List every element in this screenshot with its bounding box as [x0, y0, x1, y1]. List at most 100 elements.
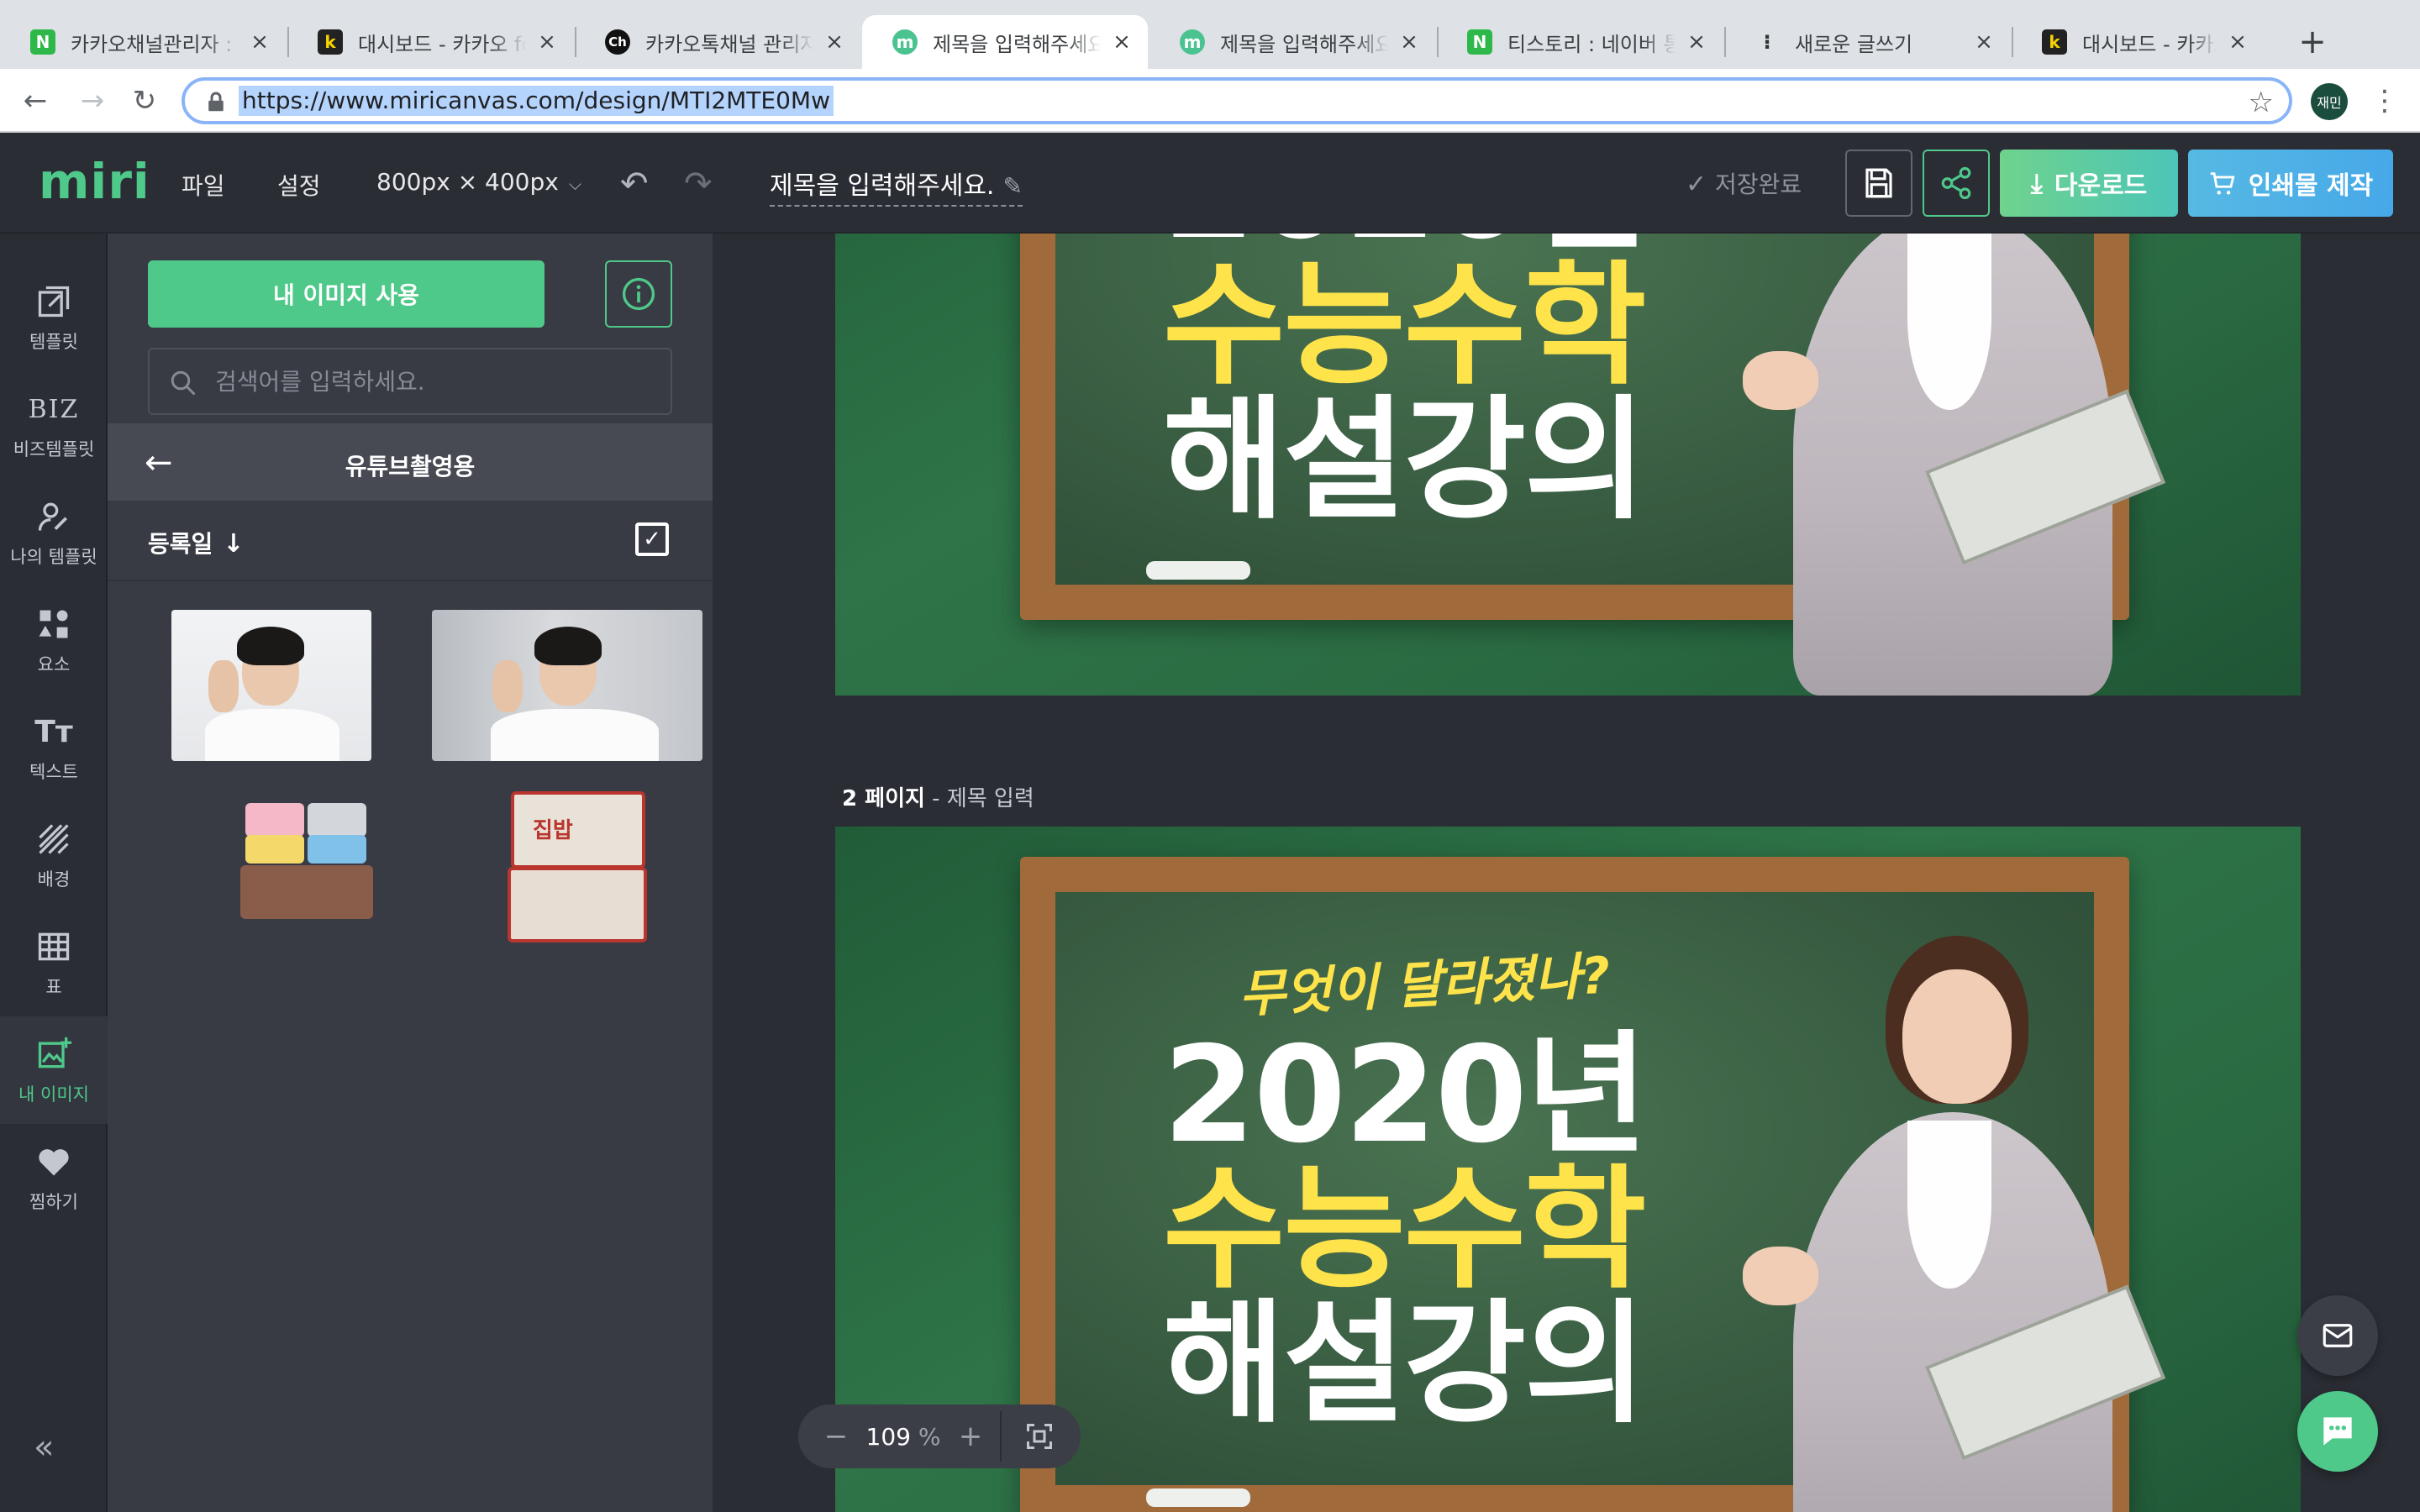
product-box-shape: [511, 791, 645, 869]
canvas-size-dropdown[interactable]: 800px × 400px ⌵: [376, 168, 581, 196]
folder-title: 유튜브촬영용: [345, 453, 476, 480]
download-label: 다운로드: [2054, 171, 2148, 201]
use-my-image-button[interactable]: 내 이미지 사용: [148, 260, 544, 328]
bookmark-star-icon[interactable]: ☆: [2249, 86, 2274, 119]
my-image-panel: 내 이미지 사용 ← 유튜브촬영용 등록일 ↓ ✓ 집밥: [108, 234, 713, 1512]
rail-item-text[interactable]: Tт 텍스트: [0, 694, 108, 801]
sort-bar: 등록일 ↓ ✓: [108, 501, 713, 581]
back-arrow-icon[interactable]: ←: [17, 82, 54, 119]
rail-item-elements[interactable]: 요소: [0, 586, 108, 694]
page-title-placeholder: - 제목 입력: [924, 786, 1034, 811]
rail-item-my-image[interactable]: 내 이미지: [0, 1016, 108, 1124]
info-button[interactable]: [605, 260, 672, 328]
rail-item-favorites[interactable]: 찜하기: [0, 1124, 108, 1231]
address-bar[interactable]: https://www.miricanvas.com/design/MTI2MT…: [182, 77, 2292, 124]
tab-title: 제목을 입력해주세요.: [1220, 32, 1388, 56]
headline-subject[interactable]: 수능수학: [1163, 259, 1646, 393]
fit-to-screen-button[interactable]: [1010, 1421, 1069, 1452]
file-menu[interactable]: 파일: [182, 168, 225, 202]
browser-tab-strip: N 카카오채널관리자 : 네 × k 대시보드 - 카카오 for × Ch 카…: [0, 0, 2420, 69]
miri-logo[interactable]: miri: [39, 153, 150, 210]
rail-item-template[interactable]: 템플릿: [0, 264, 108, 371]
close-tab-icon[interactable]: ×: [1397, 29, 1422, 55]
url-text[interactable]: https://www.miricanvas.com/design/MTI2MT…: [239, 86, 834, 116]
close-tab-icon[interactable]: ×: [2225, 29, 2250, 55]
rail-label: 나의 템플릿: [10, 547, 97, 567]
template-icon: [34, 281, 74, 322]
document-title[interactable]: 제목을 입력해주세요. ✎: [770, 165, 1023, 207]
tab-title: 대시보드 - 카카오 for: [358, 32, 526, 56]
chat-support-button[interactable]: [2297, 1391, 2378, 1472]
image-search-box: [148, 348, 672, 415]
save-button[interactable]: [1845, 150, 1912, 217]
headline-course[interactable]: 해설강의: [1163, 393, 1646, 528]
rail-item-background[interactable]: 배경: [0, 801, 108, 909]
design-page-1[interactable]: 2020년 수능수학 해설강의: [835, 234, 2301, 696]
presenter-photo[interactable]: [1743, 234, 2213, 696]
download-button[interactable]: ⤓ 다운로드: [2000, 150, 2178, 217]
miri-favicon-icon: m: [1180, 29, 1205, 55]
redo-icon[interactable]: ↷: [684, 165, 713, 203]
presenter-photo[interactable]: [1743, 827, 2213, 1512]
close-tab-icon[interactable]: ×: [1684, 29, 1709, 55]
close-tab-icon[interactable]: ×: [1971, 29, 1996, 55]
lock-icon: [208, 92, 224, 112]
settings-menu[interactable]: 설정: [277, 168, 321, 202]
rail-item-biz[interactable]: BIZ 비즈템플릿: [0, 371, 108, 479]
zoom-level[interactable]: 109 %: [857, 1423, 950, 1451]
browser-tab[interactable]: k 대시보드 - 카카오 for ×: [2012, 15, 2264, 69]
collapse-panel-icon[interactable]: «: [34, 1428, 54, 1467]
naver-favicon-icon: N: [30, 29, 55, 55]
hair-shape: [534, 627, 602, 665]
sort-by-date-button[interactable]: 등록일 ↓: [148, 526, 244, 559]
design-canvas: 2020년 수능수학 해설강의 2 페이지 - 제목 입력 무엇이 달라졌나? …: [713, 234, 2420, 1512]
new-tab-button[interactable]: +: [2294, 18, 2331, 66]
browser-tab-active[interactable]: m 제목을 입력해주세요. ×: [862, 15, 1148, 69]
profile-avatar[interactable]: 재민: [2311, 83, 2348, 120]
page-2-label[interactable]: 2 페이지 - 제목 입력: [842, 781, 1034, 812]
save-status-text: 저장완료: [1715, 171, 1802, 198]
undo-icon[interactable]: ↶: [620, 165, 649, 203]
my-template-icon: [34, 496, 74, 537]
cart-icon: [2210, 172, 2235, 195]
zoom-in-button[interactable]: +: [950, 1420, 992, 1453]
image-thumbnail[interactable]: [432, 610, 702, 761]
headline-year[interactable]: 2020년: [1163, 1028, 1648, 1163]
rail-label: 요소: [37, 654, 71, 675]
headline-subject[interactable]: 수능수학: [1163, 1163, 1646, 1297]
headline-course[interactable]: 해설강의: [1163, 1297, 1646, 1431]
table-icon: [34, 927, 74, 967]
browser-tab[interactable]: ⁝ 새로운 글쓰기 ×: [1724, 15, 2010, 69]
browser-tab[interactable]: m 제목을 입력해주세요. ×: [1150, 15, 1435, 69]
browser-tab[interactable]: k 대시보드 - 카카오 for ×: [287, 15, 573, 69]
select-all-checkbox[interactable]: ✓: [635, 522, 669, 556]
close-tab-icon[interactable]: ×: [1109, 29, 1134, 55]
container-lid-shape: [308, 803, 366, 837]
rail-item-table[interactable]: 표: [0, 909, 108, 1016]
print-order-button[interactable]: 인쇄물 제작: [2188, 150, 2393, 217]
chat-bubble-icon: [2323, 1417, 2352, 1446]
browser-tab[interactable]: Ch 카카오톡채널 관리자센 ×: [575, 15, 860, 69]
share-button[interactable]: [1923, 150, 1990, 217]
image-thumbnail[interactable]: [239, 798, 375, 924]
chalk-shape: [1146, 1488, 1250, 1507]
zoom-out-button[interactable]: −: [815, 1420, 857, 1453]
browser-tab[interactable]: N 티스토리 : 네이버 통합 ×: [1437, 15, 1723, 69]
close-tab-icon[interactable]: ×: [247, 29, 272, 55]
image-thumbnail[interactable]: [171, 610, 371, 761]
close-tab-icon[interactable]: ×: [534, 29, 560, 55]
reload-icon[interactable]: ↻: [126, 82, 163, 119]
search-input[interactable]: [215, 365, 652, 398]
mail-icon: [2323, 1324, 2353, 1347]
rail-item-my-template[interactable]: 나의 템플릿: [0, 479, 108, 586]
browser-tab[interactable]: N 카카오채널관리자 : 네 ×: [0, 15, 286, 69]
forward-arrow-icon[interactable]: →: [74, 82, 111, 119]
mail-button[interactable]: [2297, 1295, 2378, 1376]
image-thumbnail[interactable]: 집밥: [502, 788, 654, 948]
close-tab-icon[interactable]: ×: [822, 29, 847, 55]
palm-shape: [1743, 1247, 1818, 1305]
browser-menu-icon[interactable]: ⋮: [2370, 82, 2400, 119]
page-number: 2 페이지: [842, 786, 925, 811]
search-icon: [171, 370, 196, 396]
pencil-icon: ✎: [1002, 172, 1023, 200]
